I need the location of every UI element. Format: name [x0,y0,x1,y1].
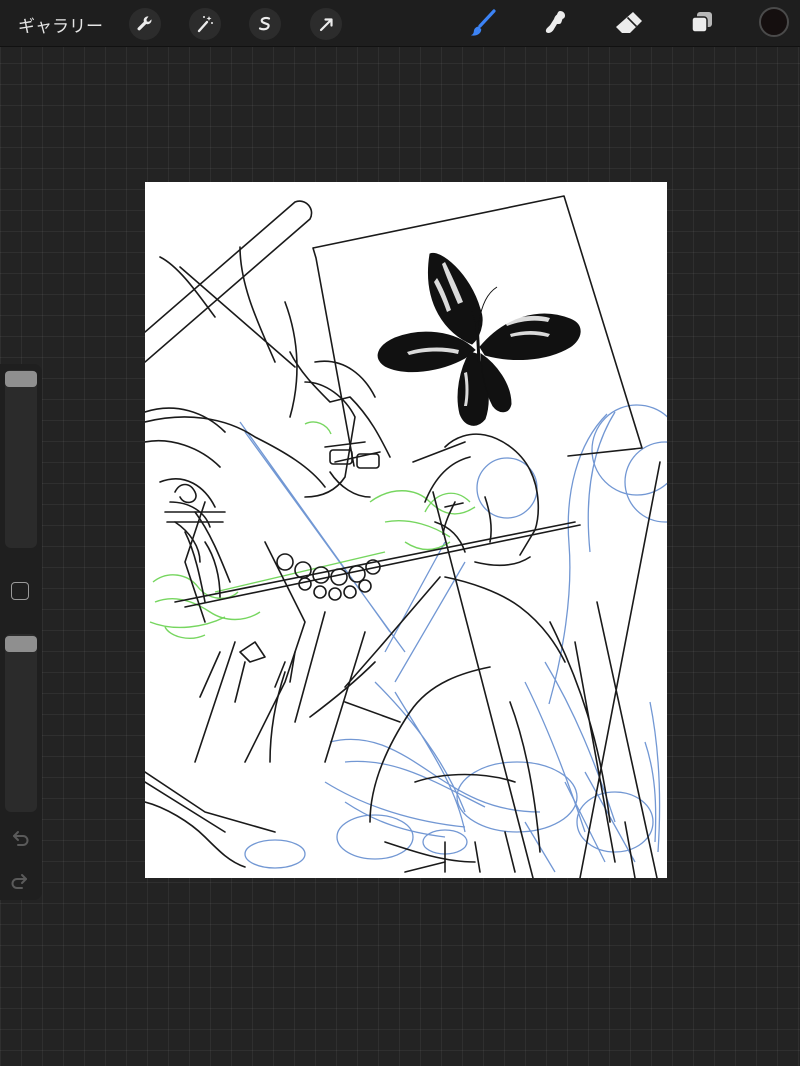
wrench-icon [137,16,152,31]
blue-sketch-layer [239,404,667,873]
butterfly-illustration [377,252,581,426]
green-sketch-layer [149,421,476,639]
selection-button[interactable] [249,8,281,40]
undo-icon[interactable] [9,827,31,849]
selection-icon [258,16,271,31]
brush-size-slider-thumb[interactable] [5,371,37,387]
brush-size-slider[interactable] [5,370,37,548]
gallery-button[interactable]: ギャラリー [18,12,103,37]
smudge-icon [545,11,565,33]
ink-line-art-layer [145,195,661,878]
brush-tool-button[interactable] [467,8,499,38]
opacity-slider[interactable] [5,634,37,812]
modify-button[interactable] [11,582,29,600]
magic-wand-icon [197,16,213,33]
redo-icon[interactable] [9,870,31,892]
color-picker-button[interactable] [759,7,789,37]
top-toolbar: ギャラリー [0,0,800,47]
artwork-sketch [145,195,667,878]
opacity-slider-thumb[interactable] [5,636,37,652]
actions-button[interactable] [129,8,161,40]
brush-icon [470,9,496,36]
layers-button[interactable] [686,8,718,38]
drawing-canvas[interactable] [145,182,667,878]
eraser-icon [616,12,642,33]
layers-icon [691,12,712,33]
eraser-tool-button[interactable] [613,8,645,38]
transform-button[interactable] [310,8,342,40]
smudge-tool-button[interactable] [540,8,572,38]
left-sidebar [0,364,42,900]
transform-arrow-icon [319,18,333,32]
adjustments-button[interactable] [189,8,221,40]
